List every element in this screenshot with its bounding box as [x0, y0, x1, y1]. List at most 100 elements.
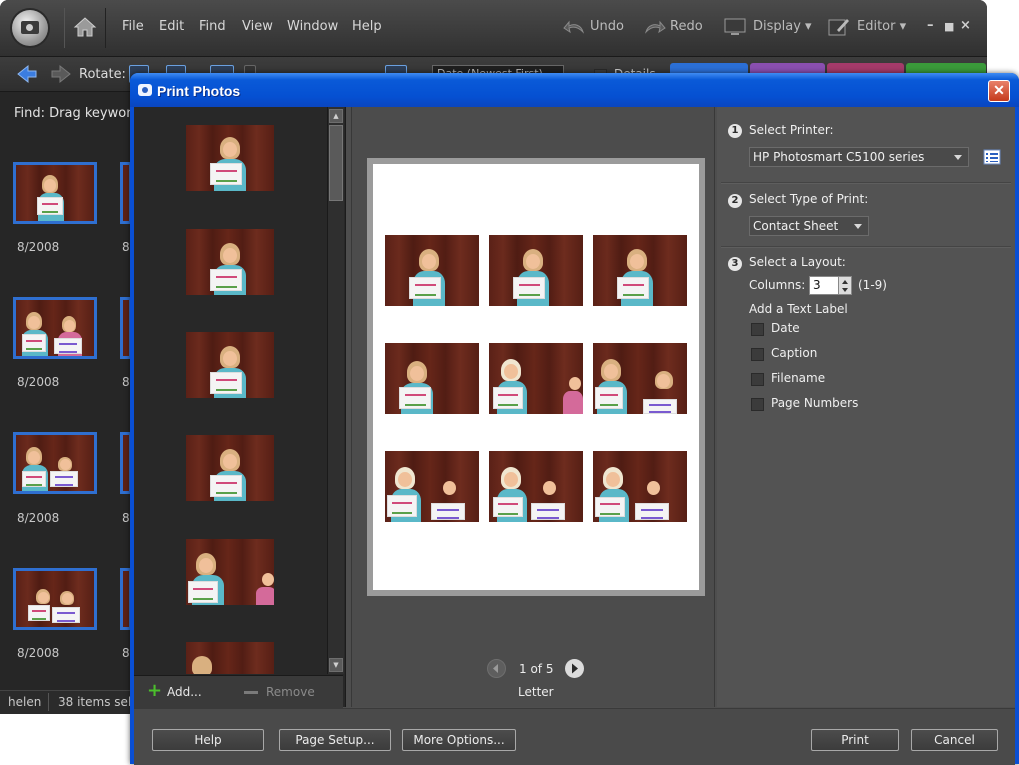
display-icon[interactable]: [723, 16, 747, 38]
columns-range: (1-9): [858, 278, 887, 292]
help-button[interactable]: Help: [152, 729, 264, 751]
photo-strip: ▲ ▼ + Add... Remove: [134, 107, 346, 708]
strip-footer: + Add... Remove: [134, 675, 343, 708]
next-page-button[interactable]: [565, 659, 584, 678]
status-divider: [48, 693, 49, 711]
strip-photo[interactable]: [186, 539, 274, 605]
editor-button[interactable]: Editor ▾: [857, 19, 906, 34]
scrollbar-thumb[interactable]: [329, 125, 343, 201]
minimize-icon[interactable]: –: [927, 18, 934, 33]
strip-photo[interactable]: [186, 642, 274, 674]
previous-page-button[interactable]: [487, 659, 506, 678]
printer-preferences-icon[interactable]: [983, 149, 1001, 165]
section-divider: [721, 246, 1011, 248]
stepper-up-icon[interactable]: [842, 280, 848, 284]
display-button[interactable]: Display ▾: [753, 19, 812, 34]
strip-photo[interactable]: [186, 435, 274, 501]
remove-photos-button[interactable]: Remove: [244, 685, 315, 699]
date-label: Date: [771, 321, 800, 335]
editor-label: Editor: [857, 19, 896, 34]
print-photos-dialog: Print Photos ✕ ▲ ▼ + Add... Remove 1 of …: [130, 73, 1019, 765]
page-numbers-checkbox[interactable]: [751, 398, 764, 411]
cancel-button[interactable]: Cancel: [911, 729, 998, 751]
undo-icon[interactable]: [563, 16, 587, 38]
photo-date: 8/2008: [17, 240, 60, 254]
close-window-icon[interactable]: ×: [960, 18, 971, 33]
undo-button[interactable]: Undo: [590, 19, 624, 34]
menu-view[interactable]: View: [242, 19, 273, 34]
menu-help[interactable]: Help: [352, 19, 382, 34]
filename-label: Filename: [771, 371, 826, 385]
scroll-up-icon[interactable]: ▲: [329, 109, 343, 123]
stepper-down-icon[interactable]: [842, 288, 848, 292]
photo-date-partial: 8: [122, 375, 130, 389]
menu-file[interactable]: File: [122, 19, 144, 34]
app-logo-icon[interactable]: [12, 10, 48, 46]
page-setup-button[interactable]: Page Setup...: [279, 729, 391, 751]
print-type-select[interactable]: Contact Sheet: [749, 216, 869, 236]
print-type-value: Contact Sheet: [753, 219, 839, 233]
dialog-footer: Help Page Setup... More Options... Print…: [134, 708, 1015, 765]
menu-edit[interactable]: Edit: [159, 19, 184, 34]
photo-date: 8/2008: [17, 646, 60, 660]
home-button[interactable]: [64, 8, 106, 48]
strip-scrollbar[interactable]: ▲ ▼: [327, 107, 344, 674]
menu-find[interactable]: Find: [199, 19, 226, 34]
step-2-badge: 2: [728, 194, 742, 208]
page-navigation: 1 of 5: [352, 659, 714, 679]
back-arrow-icon[interactable]: [16, 64, 38, 84]
grid-photo[interactable]: [13, 297, 97, 359]
maximize-icon[interactable]: ■: [944, 20, 954, 33]
organizer-menubar: File Edit Find View Window Help Undo Red…: [0, 0, 987, 57]
step-1-badge: 1: [728, 124, 742, 138]
status-bar: helen 38 items sele: [0, 690, 140, 714]
strip-photo[interactable]: [186, 125, 274, 191]
chevron-down-icon: [854, 224, 862, 229]
sheet-photo: [385, 451, 479, 522]
close-icon[interactable]: ✕: [988, 80, 1010, 102]
scroll-down-icon[interactable]: ▼: [329, 658, 343, 672]
sheet-photo: [385, 235, 479, 306]
display-label: Display: [753, 19, 801, 34]
text-label-heading: Add a Text Label: [749, 302, 848, 316]
select-layout-label: Select a Layout:: [749, 255, 846, 269]
photo-strip-list[interactable]: [134, 107, 326, 674]
dialog-titlebar[interactable]: Print Photos ✕: [130, 73, 1019, 107]
more-options-button[interactable]: More Options...: [402, 729, 516, 751]
sheet-photo: [593, 343, 687, 414]
forward-arrow-icon[interactable]: [50, 64, 72, 84]
sheet-photo: [489, 235, 583, 306]
grid-photo[interactable]: [13, 432, 97, 494]
printer-select[interactable]: HP Photosmart C5100 series: [749, 147, 969, 167]
photo-date: 8/2008: [17, 511, 60, 525]
date-checkbox[interactable]: [751, 323, 764, 336]
print-button[interactable]: Print: [811, 729, 899, 751]
redo-button[interactable]: Redo: [670, 19, 703, 34]
add-photos-button[interactable]: + Add...: [147, 682, 202, 700]
chevron-left-icon: [493, 664, 498, 673]
photo-date: 8/2008: [17, 375, 60, 389]
contact-sheet-page: [373, 164, 699, 590]
minus-icon: [244, 691, 258, 694]
page-numbers-label: Page Numbers: [771, 396, 859, 410]
home-icon: [73, 17, 97, 37]
strip-photo[interactable]: [186, 229, 274, 295]
photo-date-partial: 8: [122, 646, 130, 660]
strip-photo[interactable]: [186, 332, 274, 398]
photo-date-partial: 8: [122, 240, 130, 254]
select-type-label: Select Type of Print:: [749, 192, 869, 206]
camera-icon: [138, 84, 152, 96]
section-divider: [721, 182, 1011, 184]
status-user: helen: [8, 695, 42, 709]
editor-icon[interactable]: [827, 16, 851, 38]
dialog-title: Print Photos: [157, 83, 241, 99]
redo-icon[interactable]: [642, 16, 666, 38]
menu-window[interactable]: Window: [287, 19, 338, 34]
paper-frame: [367, 158, 705, 596]
columns-stepper[interactable]: [838, 276, 852, 295]
caption-checkbox[interactable]: [751, 348, 764, 361]
grid-photo[interactable]: [13, 162, 97, 224]
filename-checkbox[interactable]: [751, 373, 764, 386]
grid-photo[interactable]: [13, 568, 97, 630]
select-printer-label: Select Printer:: [749, 123, 834, 137]
